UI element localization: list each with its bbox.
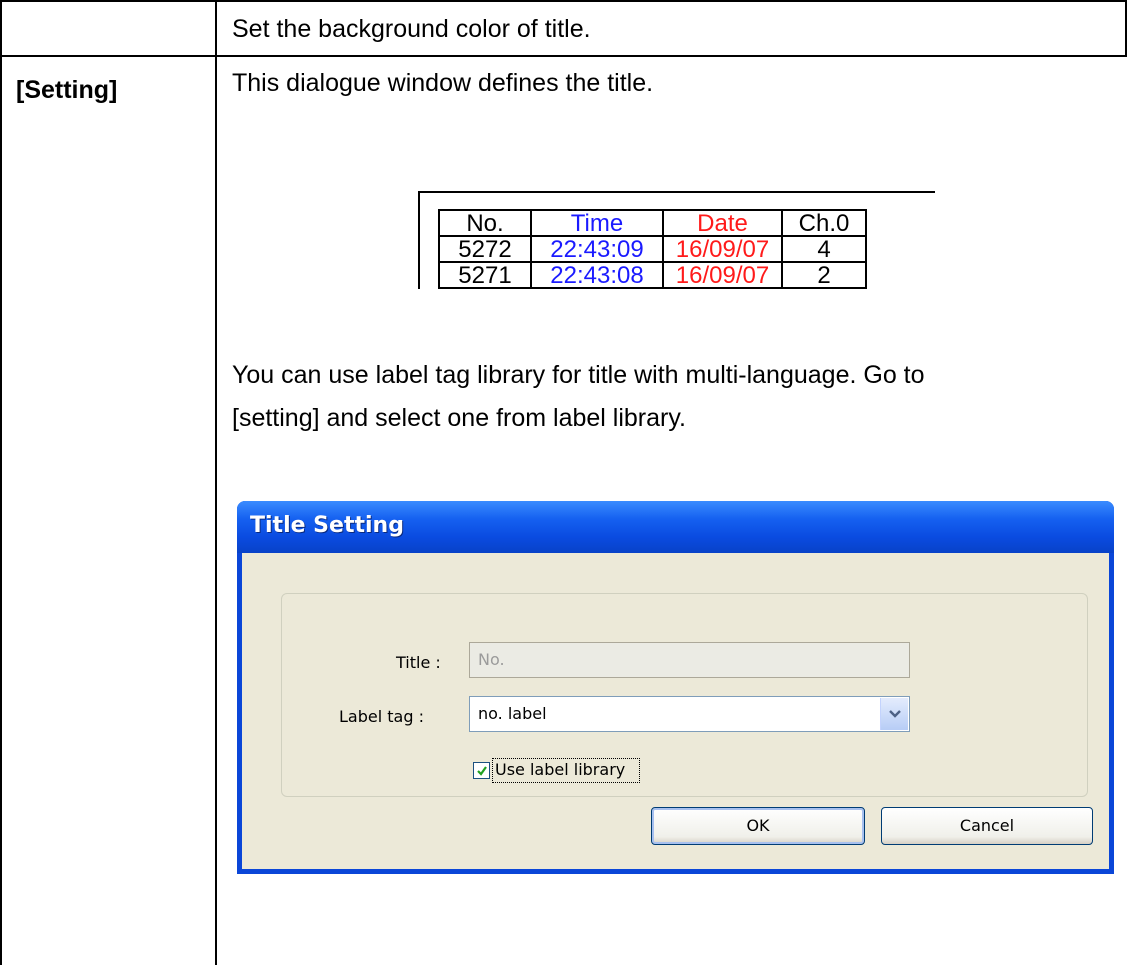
label-tag-select[interactable]: no. label <box>469 696 910 732</box>
table-row-divider <box>0 55 1127 57</box>
cell-no: 5271 <box>438 261 532 289</box>
table-row: 5272 22:43:09 16/09/07 4 <box>438 235 867 263</box>
header-date: Date <box>662 209 783 237</box>
note-line-1: You can use label tag library for title … <box>232 361 925 389</box>
dialog-body: Title : No. Label tag : no. label Use la… <box>242 553 1109 869</box>
ok-button[interactable]: OK <box>651 807 865 845</box>
sample-top-line <box>418 191 935 193</box>
cell-ch0: 2 <box>781 261 867 289</box>
sample-left-line <box>418 191 420 289</box>
use-label-library-label[interactable]: Use label library <box>495 760 625 779</box>
records-header-row: No. Time Date Ch.0 <box>438 209 867 237</box>
cancel-button[interactable]: Cancel <box>881 807 1093 845</box>
row1-description: Set the background color of title. <box>232 15 591 43</box>
use-label-library-checkbox[interactable] <box>473 762 490 779</box>
title-input[interactable]: No. <box>469 642 910 678</box>
checkmark-icon <box>476 765 487 776</box>
header-ch0: Ch.0 <box>781 209 867 237</box>
title-field-label: Title : <box>396 653 441 672</box>
setting-label: [Setting] <box>16 76 118 104</box>
table-row: 5271 22:43:08 16/09/07 2 <box>438 261 867 289</box>
header-time: Time <box>530 209 664 237</box>
header-no: No. <box>438 209 532 237</box>
setting-intro: This dialogue window defines the title. <box>232 69 654 97</box>
settings-groupbox <box>281 593 1088 797</box>
cell-ch0: 4 <box>781 235 867 263</box>
label-tag-value: no. label <box>478 704 547 723</box>
records-grid: No. Time Date Ch.0 5272 22:43:09 16/09/0… <box>438 209 867 289</box>
table-column-divider <box>215 0 217 965</box>
title-setting-dialog: Title Setting Title : No. Label tag : no… <box>237 501 1114 874</box>
table-top-border <box>0 0 1127 2</box>
cell-no: 5272 <box>438 235 532 263</box>
note-line-2: [setting] and select one from label libr… <box>232 404 686 432</box>
cell-date: 16/09/07 <box>662 235 783 263</box>
cell-date: 16/09/07 <box>662 261 783 289</box>
cell-time: 22:43:08 <box>530 261 664 289</box>
chevron-down-icon[interactable] <box>880 698 908 730</box>
cell-time: 22:43:09 <box>530 235 664 263</box>
sample-records-table: No. Time Date Ch.0 5272 22:43:09 16/09/0… <box>418 191 935 289</box>
dialog-title: Title Setting <box>250 513 404 538</box>
dialog-titlebar[interactable]: Title Setting <box>237 501 1114 553</box>
document-table: Set the background color of title. [Sett… <box>0 0 1127 965</box>
table-left-border <box>0 0 2 965</box>
label-tag-label: Label tag : <box>339 707 424 726</box>
